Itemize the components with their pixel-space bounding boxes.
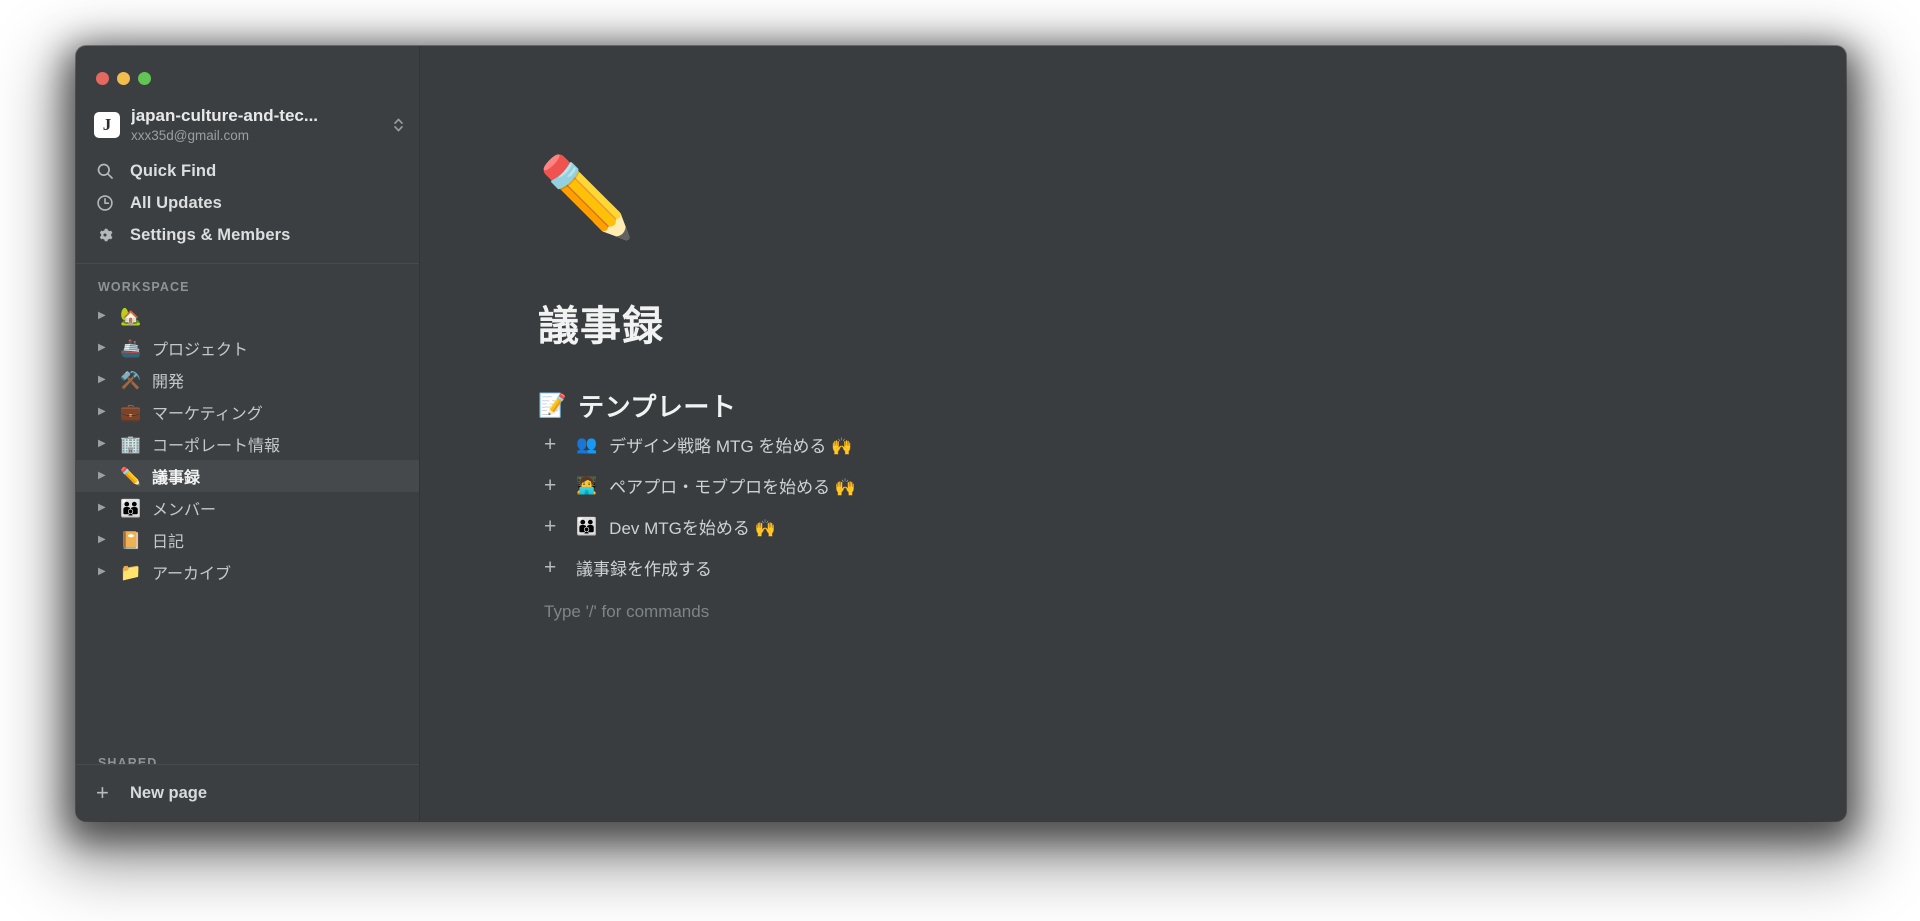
template-heading-label: テンプレート [578, 392, 737, 422]
template-row-label: デザイン戦略 MTG を始める 🙌 [609, 437, 853, 456]
sidebar: J japan-culture-and-tec... xxx35d@gmail.… [76, 46, 420, 821]
workspace-email: xxx35d@gmail.com [131, 128, 249, 143]
chevron-right-icon[interactable]: ▶ [98, 407, 114, 417]
sidebar-item-all-updates[interactable]: All Updates [76, 187, 419, 219]
main-content: ✏️ 議事録 📝 テンプレート + 👥 デザイン戦略 MTG を始める 🙌 + … [420, 46, 1846, 821]
template-row-dev-mtg[interactable]: + 👪 Dev MTGを始める 🙌 [544, 506, 1846, 547]
chevron-right-icon[interactable]: ▶ [98, 471, 114, 481]
folder-icon: 📁 [120, 562, 142, 582]
gear-icon [96, 226, 118, 244]
template-row-label: Dev MTGを始める 🙌 [609, 519, 776, 538]
zoom-button[interactable] [138, 71, 151, 85]
search-icon [96, 162, 118, 180]
plus-icon[interactable]: + [544, 475, 562, 496]
page-title[interactable]: 議事録 [538, 292, 1846, 352]
tree-row-label: メンバー [152, 502, 217, 519]
page-emoji-icon: 💼 [120, 402, 142, 422]
plus-icon[interactable]: + [544, 434, 562, 455]
template-heading[interactable]: 📝 テンプレート [538, 387, 1846, 424]
app-window: J japan-culture-and-tec... xxx35d@gmail.… [76, 46, 1846, 821]
sidebar-tree: WORKSPACE ▶ 🏡 ▶ 🚢 プロジェクト ▶ ⚒️ 開発 ▶ 💼 マーケ… [76, 264, 419, 764]
workspace-avatar: J [94, 112, 120, 138]
plus-icon[interactable]: + [544, 557, 562, 578]
tree-row[interactable]: ▶ 📔 日記 [76, 524, 419, 556]
template-row-pairpro-mobpro[interactable]: + 🧑‍💻 ペアプロ・モブプロを始める 🙌 [544, 465, 1846, 506]
page-emoji-icon: ✏️ [120, 466, 142, 486]
tree-row-label: プロジェクト [152, 342, 249, 359]
chevron-right-icon[interactable]: ▶ [98, 535, 114, 545]
sidebar-item-label: All Updates [130, 193, 222, 212]
chevron-right-icon[interactable]: ▶ [98, 503, 114, 513]
tree-row[interactable]: ▶ 🏢 コーポレート情報 [76, 428, 419, 460]
plus-icon[interactable]: + [544, 516, 562, 537]
tree-row[interactable]: ▶ 📁 アーカイブ [76, 556, 419, 588]
template-row-label: ペアプロ・モブプロを始める 🙌 [609, 478, 857, 497]
shared-section: SHARED [76, 756, 419, 764]
sidebar-item-label: Settings & Members [130, 225, 291, 244]
clock-icon [96, 194, 118, 212]
family-icon: 👪 [576, 517, 598, 536]
template-row-create-minutes[interactable]: + 議事録を作成する [544, 547, 1846, 588]
workspace-text: japan-culture-and-tec... xxx35d@gmail.co… [131, 105, 387, 145]
tree-row-label: 議事録 [152, 470, 201, 487]
minimize-button[interactable] [117, 71, 130, 85]
chevron-right-icon[interactable]: ▶ [98, 311, 114, 321]
page-emoji-icon: 🏡 [120, 306, 142, 326]
sidebar-item-label: Quick Find [130, 161, 217, 180]
page-emoji-icon: 📔 [120, 530, 142, 550]
tree-row[interactable]: ▶ ⚒️ 開発 [76, 364, 419, 396]
new-page-label: New page [130, 783, 208, 802]
page-emoji-icon: 🚢 [120, 338, 142, 358]
sidebar-item-quick-find[interactable]: Quick Find [76, 155, 419, 187]
new-page-button[interactable]: + New page [76, 764, 419, 821]
tree-row-label: アーカイブ [152, 566, 232, 583]
tree-row[interactable]: ▶ 🏡 [76, 300, 419, 332]
tree-row[interactable]: ▶ 🚢 プロジェクト [76, 332, 419, 364]
tree-row-selected-gijiroku[interactable]: ▶ ✏️ 議事録 [76, 460, 419, 492]
chevron-right-icon[interactable]: ▶ [98, 343, 114, 353]
tree-row[interactable]: ▶ 💼 マーケティング [76, 396, 419, 428]
chevron-right-icon[interactable]: ▶ [98, 567, 114, 577]
tree-row-label: 日記 [152, 534, 185, 551]
tree-row-label: 開発 [152, 374, 185, 391]
sidebar-item-settings-and-members[interactable]: Settings & Members [76, 219, 419, 251]
chevron-right-icon[interactable]: ▶ [98, 375, 114, 385]
tree-row[interactable]: ▶ 👪 メンバー [76, 492, 419, 524]
chevron-right-icon[interactable]: ▶ [98, 439, 114, 449]
people-icon: 👥 [576, 435, 598, 454]
page-emoji-icon: 🏢 [120, 434, 142, 454]
sidebar-top-nav: Quick Find All Updates Settings & Member… [76, 153, 419, 261]
page-icon-emoji[interactable]: ✏️ [538, 158, 1846, 250]
memo-icon: 📝 [538, 392, 568, 418]
page-emoji-icon: ⚒️ [120, 370, 142, 390]
template-row-design-mtg[interactable]: + 👥 デザイン戦略 MTG を始める 🙌 [544, 424, 1846, 465]
workspace-section-label: WORKSPACE [98, 280, 190, 294]
document-body: ✏️ 議事録 📝 テンプレート + 👥 デザイン戦略 MTG を始める 🙌 + … [420, 46, 1846, 622]
window-traffic-lights [76, 46, 419, 89]
shared-section-label: SHARED [98, 756, 158, 764]
page-emoji-icon: 👪 [120, 498, 142, 518]
technologist-icon: 🧑‍💻 [576, 476, 598, 495]
editor-placeholder[interactable]: Type '/' for commands [544, 602, 1846, 622]
workspace-name: japan-culture-and-tec... [131, 106, 319, 125]
close-button[interactable] [96, 71, 109, 85]
plus-icon: + [96, 780, 109, 805]
tree-row-label: マーケティング [152, 406, 263, 423]
tree-row-label: コーポレート情報 [152, 438, 281, 455]
template-row-label: 議事録を作成する [576, 560, 712, 579]
chevron-up-down-icon[interactable] [391, 115, 405, 135]
workspace-switcher[interactable]: J japan-culture-and-tec... xxx35d@gmail.… [76, 89, 419, 153]
